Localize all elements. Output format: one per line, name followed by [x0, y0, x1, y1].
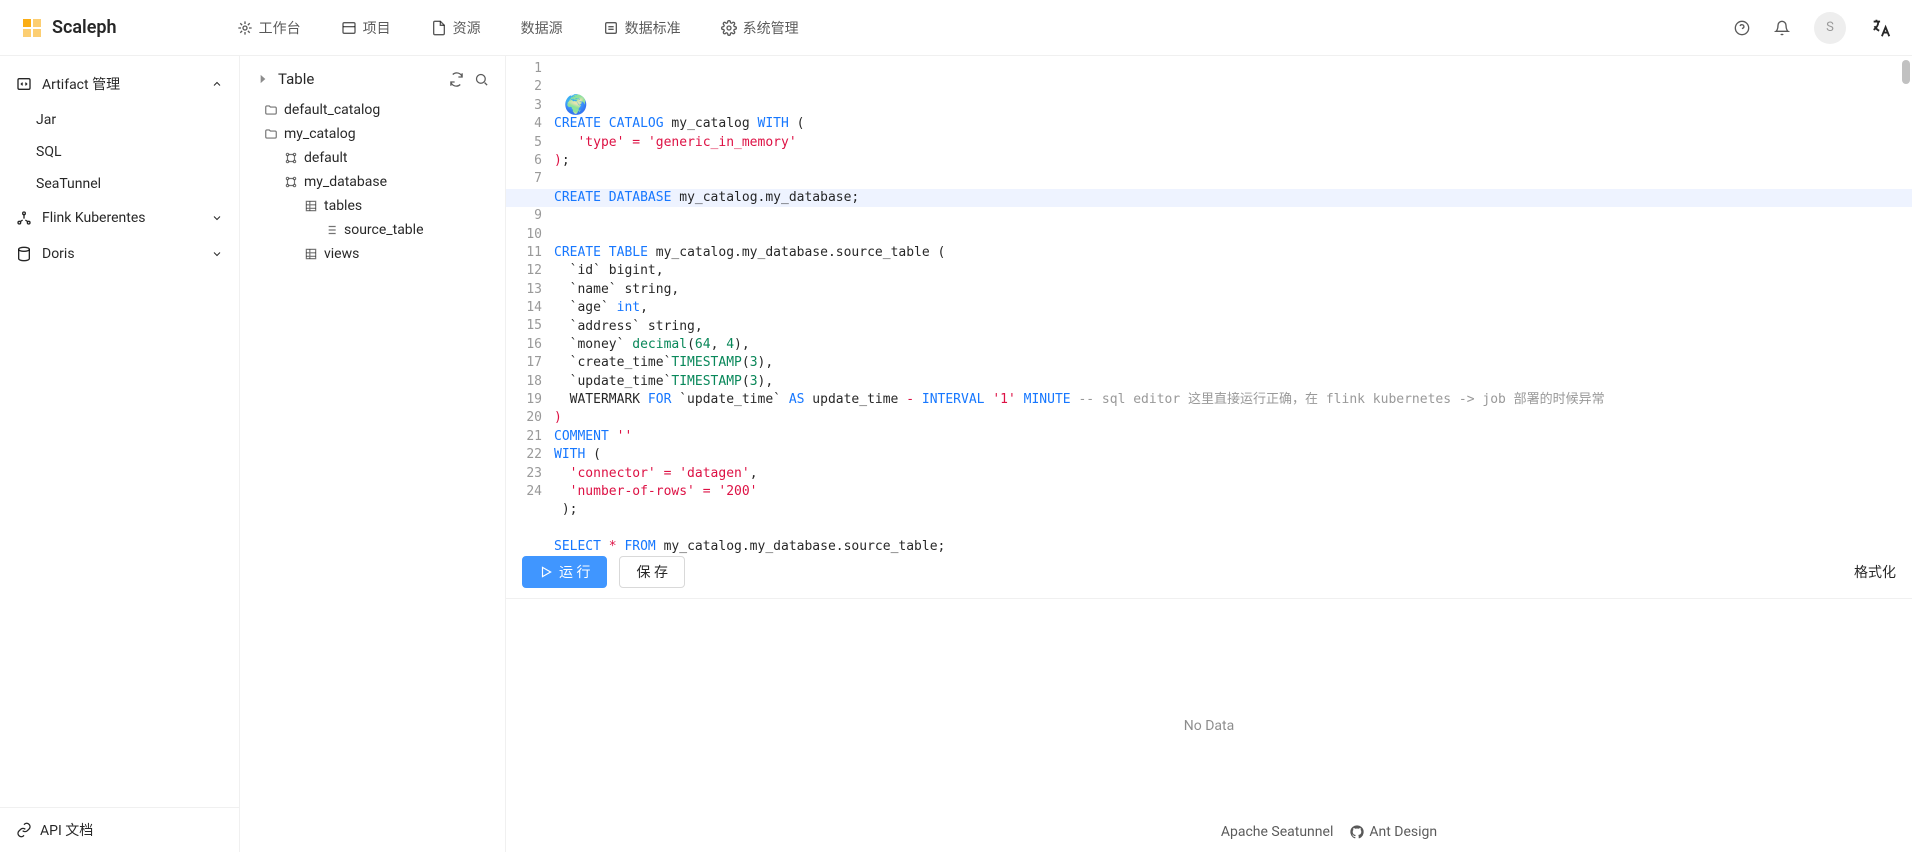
header-actions: S [1734, 12, 1892, 44]
nav-datasource[interactable]: 数据源 [521, 18, 563, 38]
main-content: 123456789101112131415161718192021222324 … [506, 56, 1912, 852]
bell-icon[interactable] [1774, 20, 1790, 36]
sql-editor[interactable]: 123456789101112131415161718192021222324 … [506, 56, 1912, 546]
table-icon [304, 247, 318, 261]
schema-icon [284, 151, 298, 165]
nav-system[interactable]: 系统管理 [721, 18, 799, 38]
app-name: Scaleph [52, 17, 117, 38]
sidebar-seatunnel[interactable]: SeaTunnel [0, 168, 239, 200]
footer-ant-link[interactable]: Ant Design [1349, 824, 1437, 840]
app-body: Artifact 管理 Jar SQL SeaTunnel Flink Kube… [0, 56, 1912, 852]
tree-node-default[interactable]: default [248, 146, 497, 170]
refresh-icon[interactable] [449, 72, 464, 87]
sidebar-sql[interactable]: SQL [0, 136, 239, 168]
play-icon [539, 565, 553, 579]
top-nav: 工作台 项目 资源 数据源 数据标准 系统管理 [237, 18, 1734, 38]
editor-scrollbar[interactable] [1902, 60, 1910, 84]
editor-code[interactable]: 🌍 CREATE CATALOG my_catalog WITH ( 'type… [554, 60, 1912, 546]
list-icon [324, 223, 338, 237]
table-icon [304, 199, 318, 213]
app-header: Scaleph 工作台 项目 资源 数据源 数据标准 系统管理 S [0, 0, 1912, 56]
schema-icon [284, 175, 298, 189]
language-icon[interactable] [1870, 17, 1892, 39]
run-button[interactable]: 运 行 [522, 556, 607, 588]
user-avatar[interactable]: S [1814, 12, 1846, 44]
catalog-tree-panel: Table default_catalog my_catalog default… [240, 56, 506, 852]
sidebar-api-doc[interactable]: API 文档 [0, 807, 239, 852]
sidebar: Artifact 管理 Jar SQL SeaTunnel Flink Kube… [0, 56, 240, 852]
tree-node-my-database[interactable]: my_database [248, 170, 497, 194]
help-icon[interactable] [1734, 20, 1750, 36]
tree-title: Table [278, 70, 449, 88]
cluster-icon [16, 210, 32, 226]
github-icon [1349, 824, 1365, 840]
results-empty-text: No Data [1184, 718, 1234, 734]
sidebar-jar[interactable]: Jar [0, 104, 239, 136]
chevron-down-icon [211, 248, 223, 260]
nav-resource[interactable]: 资源 [431, 18, 481, 38]
caret-right-icon[interactable] [256, 72, 270, 86]
tree-node-views[interactable]: views [248, 242, 497, 266]
nav-datastandard[interactable]: 数据标准 [603, 18, 681, 38]
page-footer: Apache Seatunnel Ant Design [746, 812, 1912, 852]
folder-icon [264, 127, 278, 141]
chevron-down-icon [211, 212, 223, 224]
sidebar-doris[interactable]: Doris [0, 236, 239, 272]
folder-icon [264, 103, 278, 117]
editor-gutter: 123456789101112131415161718192021222324 [506, 60, 554, 546]
tree-node-source-table[interactable]: source_table [248, 218, 497, 242]
code-icon [16, 76, 32, 92]
sidebar-flink[interactable]: Flink Kuberentes [0, 200, 239, 236]
tree-node-tables[interactable]: tables [248, 194, 497, 218]
database-icon [16, 246, 32, 262]
search-icon[interactable] [474, 72, 489, 87]
sidebar-artifact[interactable]: Artifact 管理 [0, 64, 239, 104]
footer-seatunnel-link[interactable]: Apache Seatunnel [1221, 824, 1334, 840]
logo-icon [20, 16, 44, 40]
chevron-up-icon [211, 78, 223, 90]
link-icon [16, 822, 32, 838]
nav-workspace[interactable]: 工作台 [237, 18, 301, 38]
app-logo[interactable]: Scaleph [20, 16, 117, 40]
save-button[interactable]: 保 存 [619, 556, 684, 588]
globe-emoji-icon: 🌍 [564, 96, 588, 114]
tree-node-my-catalog[interactable]: my_catalog [248, 122, 497, 146]
format-button[interactable]: 格式化 [1854, 562, 1896, 582]
nav-project[interactable]: 项目 [341, 18, 391, 38]
tree-node-default-catalog[interactable]: default_catalog [248, 98, 497, 122]
